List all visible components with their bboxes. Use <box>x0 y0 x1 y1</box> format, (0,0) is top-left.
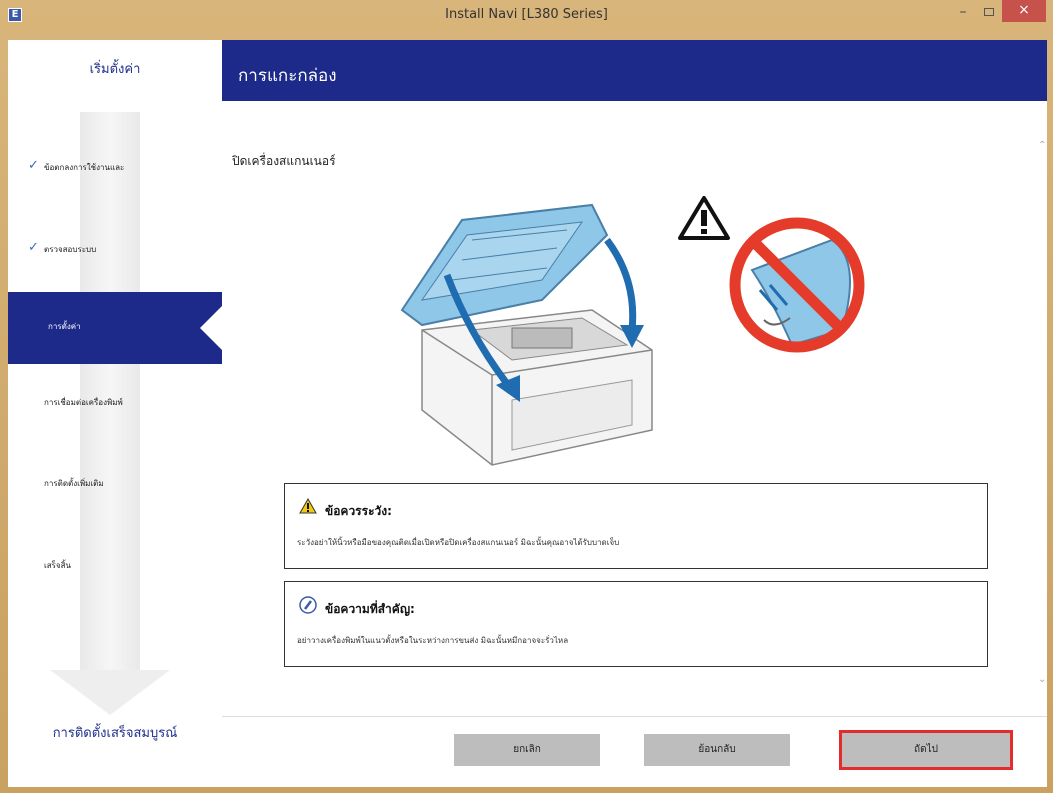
page-title: การแกะกล่อง <box>238 66 337 86</box>
scroll-up-icon[interactable]: ⌃ <box>1038 140 1046 151</box>
main-panel: การแกะกล่อง ปิดเครื่องสแกนเนอร์ ⌃ ⌄ ข้อค… <box>222 40 1047 787</box>
sidebar-footer: การติดตั้งเสร็จสมบูรณ์ <box>52 726 178 741</box>
printer-illustration <box>400 196 865 466</box>
sidebar-step-5: การติดตั้งเพิ่มเติม <box>44 479 104 488</box>
sidebar-step-4: การเชื่อมต่อเครื่องพิมพ์ <box>44 398 123 407</box>
important-title: ข้อความที่สำคัญ: <box>325 602 415 616</box>
check-icon: ✓ <box>28 158 39 173</box>
sidebar-step-6: เสร็จสิ้น <box>44 561 71 570</box>
cancel-button[interactable]: ยกเลิก <box>454 734 600 766</box>
minimize-button[interactable]: – <box>952 4 974 22</box>
prohibited-icon <box>729 217 865 353</box>
scanner-lid <box>400 203 609 327</box>
installer-window: E Install Navi [L380 Series] – × เริ่มตั… <box>0 0 1053 793</box>
important-box: ข้อความที่สำคัญ: อย่าวางเครื่องพิมพ์ในแน… <box>284 581 988 667</box>
sidebar-step-2: ตรวจสอบระบบ <box>44 245 97 254</box>
next-button[interactable]: ถัดไป <box>839 730 1013 770</box>
warning-icon <box>678 196 730 240</box>
active-step-pointer <box>200 306 222 350</box>
maximize-icon <box>984 8 994 16</box>
close-button[interactable]: × <box>1002 0 1046 22</box>
maximize-button[interactable] <box>978 4 1000 22</box>
progress-arrow-head <box>50 670 170 715</box>
important-body: อย่าวางเครื่องพิมพ์ในแนวตั้งหรือในระหว่า… <box>297 636 569 645</box>
printer-body <box>421 309 653 466</box>
caution-title: ข้อควรระวัง: <box>325 504 392 518</box>
caution-body: ระวังอย่าให้นิ้วหรือมือของคุณติดเมื่อเปิ… <box>297 538 620 547</box>
sidebar-step-active: การตั้งค่า <box>8 292 222 364</box>
warning-icon <box>299 498 317 514</box>
important-icon <box>299 596 317 614</box>
title-bar: E Install Navi [L380 Series] – × <box>0 0 1053 30</box>
check-icon: ✓ <box>28 240 39 255</box>
back-button[interactable]: ย้อนกลับ <box>644 734 790 766</box>
window-title: Install Navi [L380 Series] <box>445 7 608 22</box>
sidebar-step-1: ข้อตกลงการใช้งานและ <box>44 163 125 172</box>
page-header: การแกะกล่อง <box>222 40 1047 101</box>
caution-box: ข้อควรระวัง: ระวังอย่าให้นิ้วหรือมือของค… <box>284 483 988 569</box>
sidebar-title: เริ่มตั้งค่า <box>89 62 141 77</box>
scroll-down-icon[interactable]: ⌄ <box>1038 674 1046 685</box>
footer-divider <box>222 716 1047 717</box>
sidebar-step-3: การตั้งค่า <box>48 322 81 331</box>
section-title: ปิดเครื่องสแกนเนอร์ <box>232 154 336 168</box>
steps-sidebar: เริ่มตั้งค่า ✓ ข้อตกลงการใช้งานและ ✓ ตรว… <box>8 40 222 787</box>
